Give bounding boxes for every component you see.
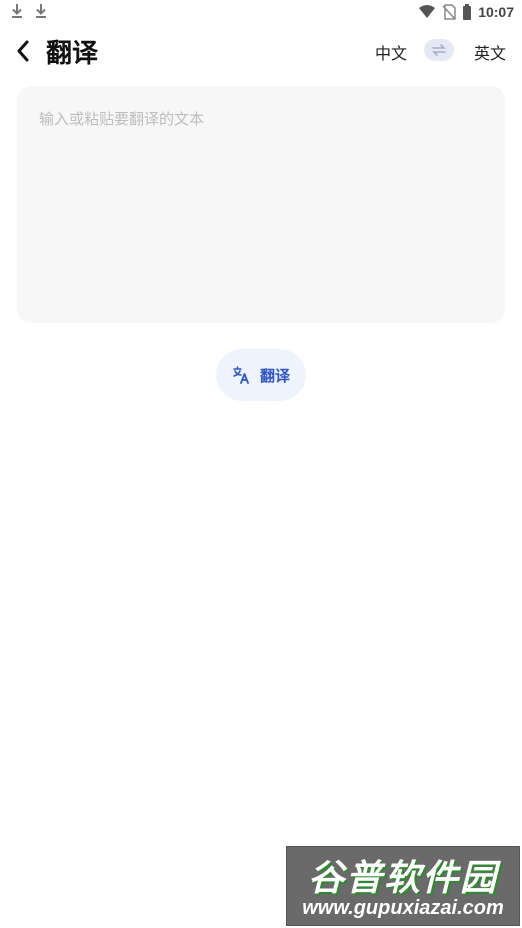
status-bar: 10:07 xyxy=(0,0,522,24)
chevron-left-icon xyxy=(17,40,29,62)
download-icon xyxy=(36,4,46,18)
swap-languages-button[interactable] xyxy=(424,39,454,61)
top-bar: 翻译 中文 英文 xyxy=(0,30,522,72)
translate-screen: 10:07 翻译 中文 英文 翻译 谷普软件园 ww xyxy=(0,0,522,928)
source-text-input[interactable] xyxy=(39,108,483,298)
status-time: 10:07 xyxy=(478,4,514,20)
translate-icon xyxy=(233,366,249,384)
wifi-icon xyxy=(419,5,436,18)
input-card xyxy=(17,86,505,323)
watermark-url: www.gupuxiazai.com xyxy=(302,897,504,919)
watermark-logo: 谷普软件园 www.gupuxiazai.com xyxy=(286,846,520,926)
target-language-selector[interactable]: 英文 xyxy=(474,40,506,64)
swap-arrows-icon xyxy=(432,44,446,56)
watermark-title: 谷普软件园 xyxy=(307,858,498,899)
page-title: 翻译 xyxy=(46,39,99,69)
battery-icon xyxy=(463,4,472,20)
no-sim-icon xyxy=(442,4,456,20)
translate-button[interactable]: 翻译 xyxy=(216,349,306,401)
source-language-selector[interactable]: 中文 xyxy=(375,40,407,64)
download-icon xyxy=(12,4,22,18)
translate-button-label: 翻译 xyxy=(259,366,290,385)
back-button[interactable] xyxy=(12,38,34,64)
